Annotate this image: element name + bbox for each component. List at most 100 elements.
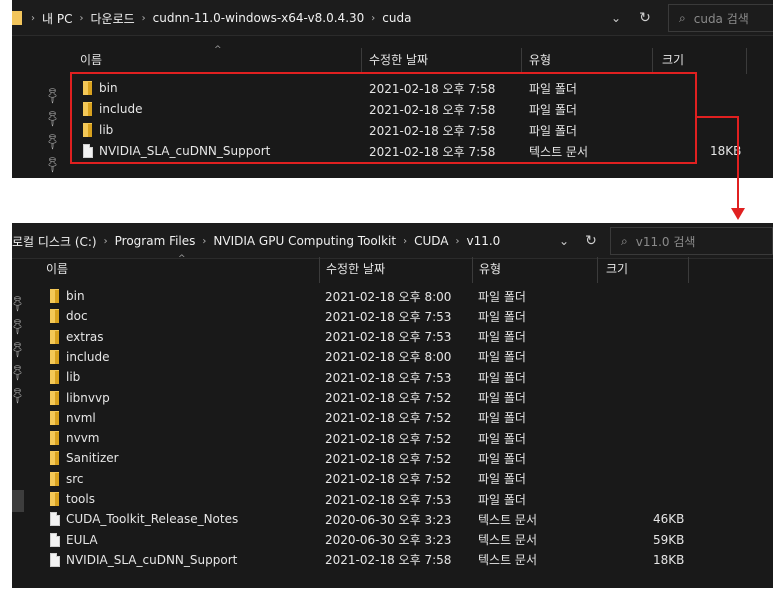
search-placeholder: cuda 검색	[693, 11, 749, 26]
folder-icon-back	[55, 330, 59, 344]
column-header: ^ 이름 수정한 날짜 유형 크기	[12, 44, 773, 74]
table-row[interactable]: Sanitizer 2021-02-18 오후 7:52 파일 폴더	[12, 448, 773, 468]
file-type: 파일 폴더	[478, 472, 526, 487]
modified-date: 2021-02-18 오후 7:53	[325, 330, 452, 345]
folder-icon-back	[55, 411, 59, 425]
column-date[interactable]: 수정한 날짜	[369, 44, 428, 74]
table-row[interactable]: lib 2021-02-18 오후 7:53 파일 폴더	[12, 367, 773, 387]
column-divider[interactable]	[652, 48, 653, 74]
column-divider[interactable]	[361, 48, 362, 74]
table-row[interactable]: src 2021-02-18 오후 7:52 파일 폴더	[12, 469, 773, 489]
breadcrumb-item[interactable]: 로컬 디스크 (C:)	[12, 233, 97, 250]
file-type: 파일 폴더	[478, 350, 526, 365]
modified-date: 2021-02-18 오후 7:52	[325, 411, 452, 426]
table-row[interactable]: bin 2021-02-18 오후 8:00 파일 폴더	[12, 286, 773, 306]
folder-icon	[50, 370, 59, 385]
arrow-down-icon	[731, 208, 745, 220]
file-icon-corner	[56, 552, 60, 557]
chevron-right-icon[interactable]: ›	[79, 13, 83, 24]
file-name: tools	[66, 492, 95, 506]
refresh-icon[interactable]: ↻	[634, 0, 656, 36]
folder-icon	[50, 451, 59, 466]
file-name: Sanitizer	[66, 451, 119, 466]
search-icon: ⌕	[621, 233, 628, 248]
column-size[interactable]: 크기	[662, 44, 684, 74]
breadcrumb-item[interactable]: NVIDIA GPU Computing Toolkit	[213, 234, 396, 248]
chevron-right-icon[interactable]: ›	[371, 13, 375, 24]
breadcrumb-item[interactable]: v11.0	[466, 234, 500, 248]
modified-date: 2021-02-18 오후 7:52	[325, 391, 452, 405]
column-date[interactable]: 수정한 날짜	[326, 253, 385, 283]
text-file-icon	[50, 532, 60, 547]
breadcrumb-item[interactable]: Program Files	[115, 234, 196, 248]
modified-date: 2020-06-30 오후 3:23	[325, 512, 452, 527]
table-row[interactable]: NVIDIA_SLA_cuDNN_Support 2021-02-18 오후 7:…	[12, 550, 773, 570]
chevron-right-icon[interactable]: ›	[202, 236, 206, 247]
table-row[interactable]: extras 2021-02-18 오후 7:53 파일 폴더	[12, 327, 773, 347]
column-type[interactable]: 유형	[529, 44, 551, 74]
file-name: bin	[66, 289, 85, 303]
chevron-right-icon[interactable]: ›	[403, 236, 407, 247]
modified-date: 2021-02-18 오후 8:00	[325, 350, 452, 365]
file-type: 파일 폴더	[478, 330, 526, 345]
file-icon-corner	[56, 532, 60, 537]
modified-date: 2021-02-18 오후 7:52	[325, 451, 452, 466]
modified-date: 2021-02-18 오후 7:52	[325, 431, 452, 446]
file-type: 파일 폴더	[478, 289, 526, 304]
breadcrumb-item[interactable]: 내 PC	[42, 10, 72, 27]
column-type-label: 유형	[529, 52, 552, 67]
table-row[interactable]: nvml 2021-02-18 오후 7:52 파일 폴더	[12, 408, 773, 428]
file-name: CUDA_Toolkit_Release_Notes	[66, 512, 239, 527]
breadcrumb-item[interactable]: cuda	[382, 11, 411, 25]
column-name-label: 이름	[46, 261, 69, 276]
file-name: NVIDIA_SLA_cuDNN_Support	[66, 552, 238, 567]
file-type: 파일 폴더	[478, 391, 526, 405]
column-divider[interactable]	[597, 257, 598, 283]
modified-date: 2020-06-30 오후 3:23	[325, 533, 452, 548]
column-type[interactable]: 유형	[479, 253, 501, 283]
table-row[interactable]: tools 2021-02-18 오후 7:53 파일 폴더	[12, 489, 773, 509]
column-divider[interactable]	[688, 257, 689, 283]
breadcrumb-item[interactable]: cudnn-11.0-windows-x64-v8.0.4.30	[153, 11, 365, 25]
table-row[interactable]: libnvvp 2021-02-18 오후 7:52 파일 폴더	[12, 388, 773, 408]
chevron-down-icon[interactable]: ⌄	[606, 0, 626, 36]
search-input[interactable]: ⌕ v11.0 검색	[610, 227, 773, 255]
breadcrumb-item[interactable]: CUDA	[414, 234, 448, 248]
table-row[interactable]: doc 2021-02-18 오후 7:53 파일 폴더	[12, 306, 773, 326]
column-divider[interactable]	[319, 257, 320, 283]
table-row[interactable]: EULA 2020-06-30 오후 3:23 텍스트 문서 59KB	[12, 530, 773, 550]
file-type: 파일 폴더	[478, 492, 526, 507]
folder-icon-back	[55, 350, 59, 364]
file-size: 59KB	[653, 532, 685, 547]
table-row[interactable]: nvvm 2021-02-18 오후 7:52 파일 폴더	[12, 428, 773, 448]
folder-icon	[50, 349, 59, 364]
breadcrumb-item[interactable]: 다운로드	[90, 10, 134, 27]
chevron-right-icon[interactable]: ›	[31, 13, 35, 24]
highlight-box	[70, 72, 697, 164]
search-placeholder: v11.0 검색	[635, 234, 696, 249]
modified-date: 2021-02-18 오후 7:52	[325, 472, 452, 487]
folder-icon	[12, 11, 22, 25]
address-bar[interactable]: › 내 PC › 다운로드 › cudnn-11.0-windows-x64-v8.0.4…	[12, 0, 773, 36]
modified-date: 2021-02-18 오후 7:53	[325, 370, 452, 385]
table-row[interactable]: include 2021-02-18 오후 8:00 파일 폴더	[12, 347, 773, 367]
chevron-right-icon[interactable]: ›	[104, 236, 108, 247]
column-name[interactable]: 이름	[80, 44, 102, 74]
folder-icon-back	[55, 472, 59, 486]
column-size[interactable]: 크기	[606, 253, 628, 283]
column-divider[interactable]	[746, 48, 747, 74]
file-type: 텍스트 문서	[478, 533, 538, 548]
file-type: 파일 폴더	[478, 431, 526, 446]
column-divider[interactable]	[472, 257, 473, 283]
column-name[interactable]: 이름	[46, 253, 68, 283]
column-divider[interactable]	[521, 48, 522, 74]
chevron-right-icon[interactable]: ›	[455, 236, 459, 247]
table-row[interactable]: CUDA_Toolkit_Release_Notes 2020-06-30 오후 …	[12, 509, 773, 529]
folder-icon	[50, 431, 59, 446]
file-name: EULA	[66, 532, 98, 547]
chevron-right-icon[interactable]: ›	[142, 13, 146, 24]
file-name: nvml	[66, 410, 96, 425]
file-name: lib	[66, 370, 81, 385]
search-input[interactable]: ⌕ cuda 검색	[668, 4, 773, 32]
file-size: 18KB	[653, 552, 685, 567]
